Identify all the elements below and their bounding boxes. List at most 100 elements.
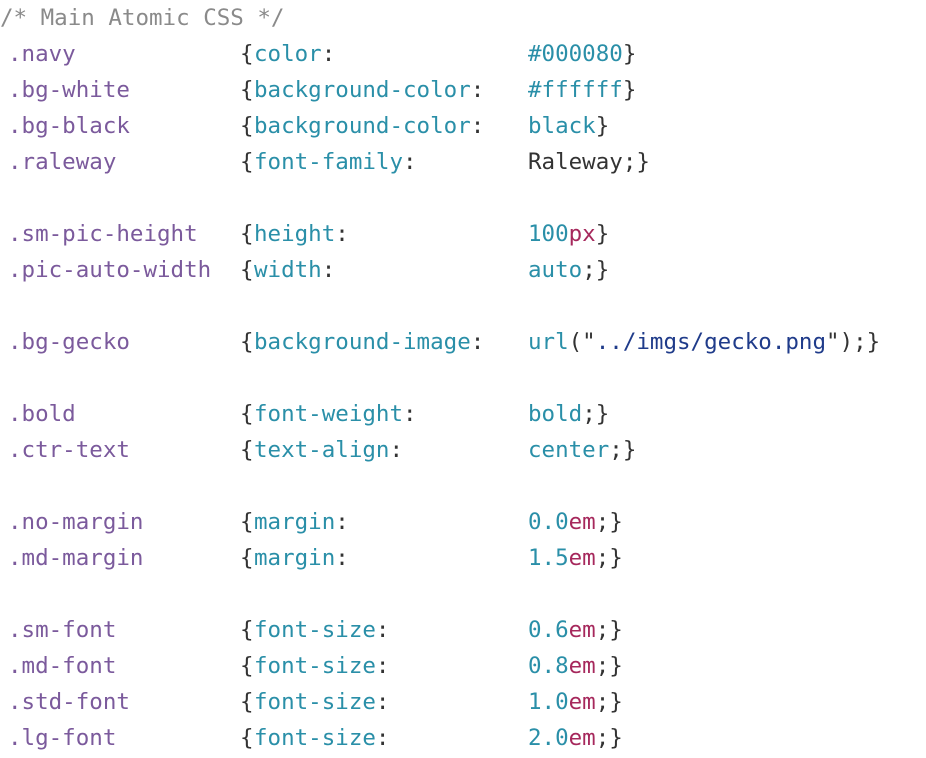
code-line: .bold {font-weight: bold;} bbox=[8, 396, 918, 432]
colon: : bbox=[403, 149, 417, 175]
value-plain: Raleway; bbox=[528, 149, 637, 175]
css-selector: .navy bbox=[8, 41, 76, 67]
open-brace: { bbox=[240, 329, 254, 355]
open-brace: { bbox=[240, 725, 254, 751]
value-number: 0.8 bbox=[528, 653, 569, 679]
colon: : bbox=[470, 329, 485, 355]
code-line: .std-font {font-size: 1.0em;} bbox=[8, 684, 918, 720]
property-name: background-image bbox=[254, 329, 471, 355]
property-name: margin bbox=[254, 545, 336, 571]
css-selector: .bg-white bbox=[8, 77, 130, 103]
value-hex: #000080 bbox=[528, 41, 623, 67]
code-line: .lg-font {font-size: 2.0em;} bbox=[8, 720, 918, 756]
open-brace: { bbox=[240, 509, 254, 535]
css-selector: .no-margin bbox=[8, 509, 144, 535]
css-property: margin: bbox=[254, 504, 349, 540]
css-value: bold;} bbox=[528, 396, 609, 432]
code-line: .raleway {font-family: Raleway;} bbox=[8, 144, 918, 180]
property-name: background-color bbox=[254, 113, 471, 139]
css-selector: .bg-gecko bbox=[8, 329, 130, 355]
css-property: font-family: bbox=[254, 144, 417, 180]
code-line: .bg-black {background-color: black} bbox=[8, 108, 918, 144]
value-function: url bbox=[528, 329, 569, 355]
value-terminator: ;} bbox=[595, 653, 623, 679]
css-property: color: bbox=[254, 36, 335, 72]
open-brace: { bbox=[240, 149, 254, 175]
value-unit: px bbox=[568, 221, 596, 247]
css-selector: .raleway bbox=[8, 149, 117, 175]
code-line: .pic-auto-width {width: auto;} bbox=[8, 252, 918, 288]
property-name: font-size bbox=[254, 725, 376, 751]
value-string: ../imgs/gecko.png bbox=[595, 329, 827, 355]
value-terminator: } bbox=[636, 149, 650, 175]
colon: : bbox=[403, 401, 417, 427]
property-name: background-color bbox=[254, 77, 471, 103]
value-unit: em bbox=[568, 509, 596, 535]
property-name: font-weight bbox=[254, 401, 404, 427]
code-line: .sm-font {font-size: 0.6em;} bbox=[8, 612, 918, 648]
property-name: height bbox=[254, 221, 336, 247]
value-number: 1.0 bbox=[528, 689, 569, 715]
value-close: ");} bbox=[826, 329, 881, 355]
value-terminator: ;} bbox=[595, 725, 623, 751]
code-comment: /* Main Atomic CSS */ bbox=[0, 5, 285, 31]
css-property: height: bbox=[254, 216, 349, 252]
css-property: font-size: bbox=[254, 720, 389, 756]
css-property: font-size: bbox=[254, 648, 389, 684]
code-line: .sm-pic-height {height: 100px} bbox=[8, 216, 918, 252]
css-selector: .sm-pic-height bbox=[8, 221, 198, 247]
colon: : bbox=[321, 257, 336, 283]
open-brace: { bbox=[240, 221, 254, 247]
value-number: 2.0 bbox=[528, 725, 569, 751]
value-terminator: ;} bbox=[595, 509, 623, 535]
code-line: .bg-white {background-color: #ffffff} bbox=[8, 72, 918, 108]
value-terminator: ;} bbox=[609, 437, 637, 463]
colon: : bbox=[335, 221, 349, 247]
open-brace: { bbox=[240, 77, 254, 103]
css-property: background-color: bbox=[254, 72, 484, 108]
value-number: 0.0 bbox=[528, 509, 569, 535]
value-number: 0.6 bbox=[528, 617, 569, 643]
css-value: url("../imgs/gecko.png");} bbox=[528, 324, 880, 360]
css-property: font-weight: bbox=[254, 396, 417, 432]
css-value: 1.5em;} bbox=[528, 540, 623, 576]
value-kw: auto bbox=[528, 257, 583, 283]
value-terminator: ;} bbox=[595, 617, 623, 643]
css-value: #000080} bbox=[528, 36, 636, 72]
colon: : bbox=[375, 653, 390, 679]
open-brace: { bbox=[240, 437, 254, 463]
property-name: font-size bbox=[254, 689, 376, 715]
open-brace: { bbox=[240, 401, 254, 427]
open-brace: { bbox=[240, 689, 254, 715]
property-name: text-align bbox=[254, 437, 390, 463]
open-brace: { bbox=[240, 617, 254, 643]
code-line: .bg-gecko {background-image: url("../imgs/… bbox=[8, 324, 918, 360]
css-property: text-align: bbox=[254, 432, 403, 468]
css-value: auto;} bbox=[528, 252, 609, 288]
value-open: (" bbox=[568, 329, 596, 355]
code-line: .ctr-text {text-align: center;} bbox=[8, 432, 918, 468]
code-editor[interactable]: /* Main Atomic CSS */ .navy{color: #00008… bbox=[0, 0, 926, 758]
value-terminator: ;} bbox=[582, 257, 610, 283]
value-unit: em bbox=[568, 653, 596, 679]
value-hex: #ffffff bbox=[528, 77, 623, 103]
colon: : bbox=[389, 437, 404, 463]
css-selector: .std-font bbox=[8, 689, 130, 715]
css-value: Raleway;} bbox=[528, 144, 650, 180]
value-terminator: } bbox=[595, 221, 610, 247]
value-terminator: ;} bbox=[595, 689, 623, 715]
colon: : bbox=[375, 725, 390, 751]
colon: : bbox=[335, 545, 349, 571]
value-unit: em bbox=[568, 725, 596, 751]
css-selector: .md-font bbox=[8, 653, 117, 679]
css-property: background-image: bbox=[254, 324, 484, 360]
css-value: #ffffff} bbox=[528, 72, 636, 108]
css-property: width: bbox=[254, 252, 335, 288]
css-property: background-color: bbox=[254, 108, 484, 144]
value-kw: center bbox=[528, 437, 610, 463]
css-value: 100px} bbox=[528, 216, 609, 252]
value-terminator: ;} bbox=[582, 401, 610, 427]
value-terminator: } bbox=[622, 77, 637, 103]
colon: : bbox=[375, 617, 390, 643]
open-brace: { bbox=[240, 653, 254, 679]
